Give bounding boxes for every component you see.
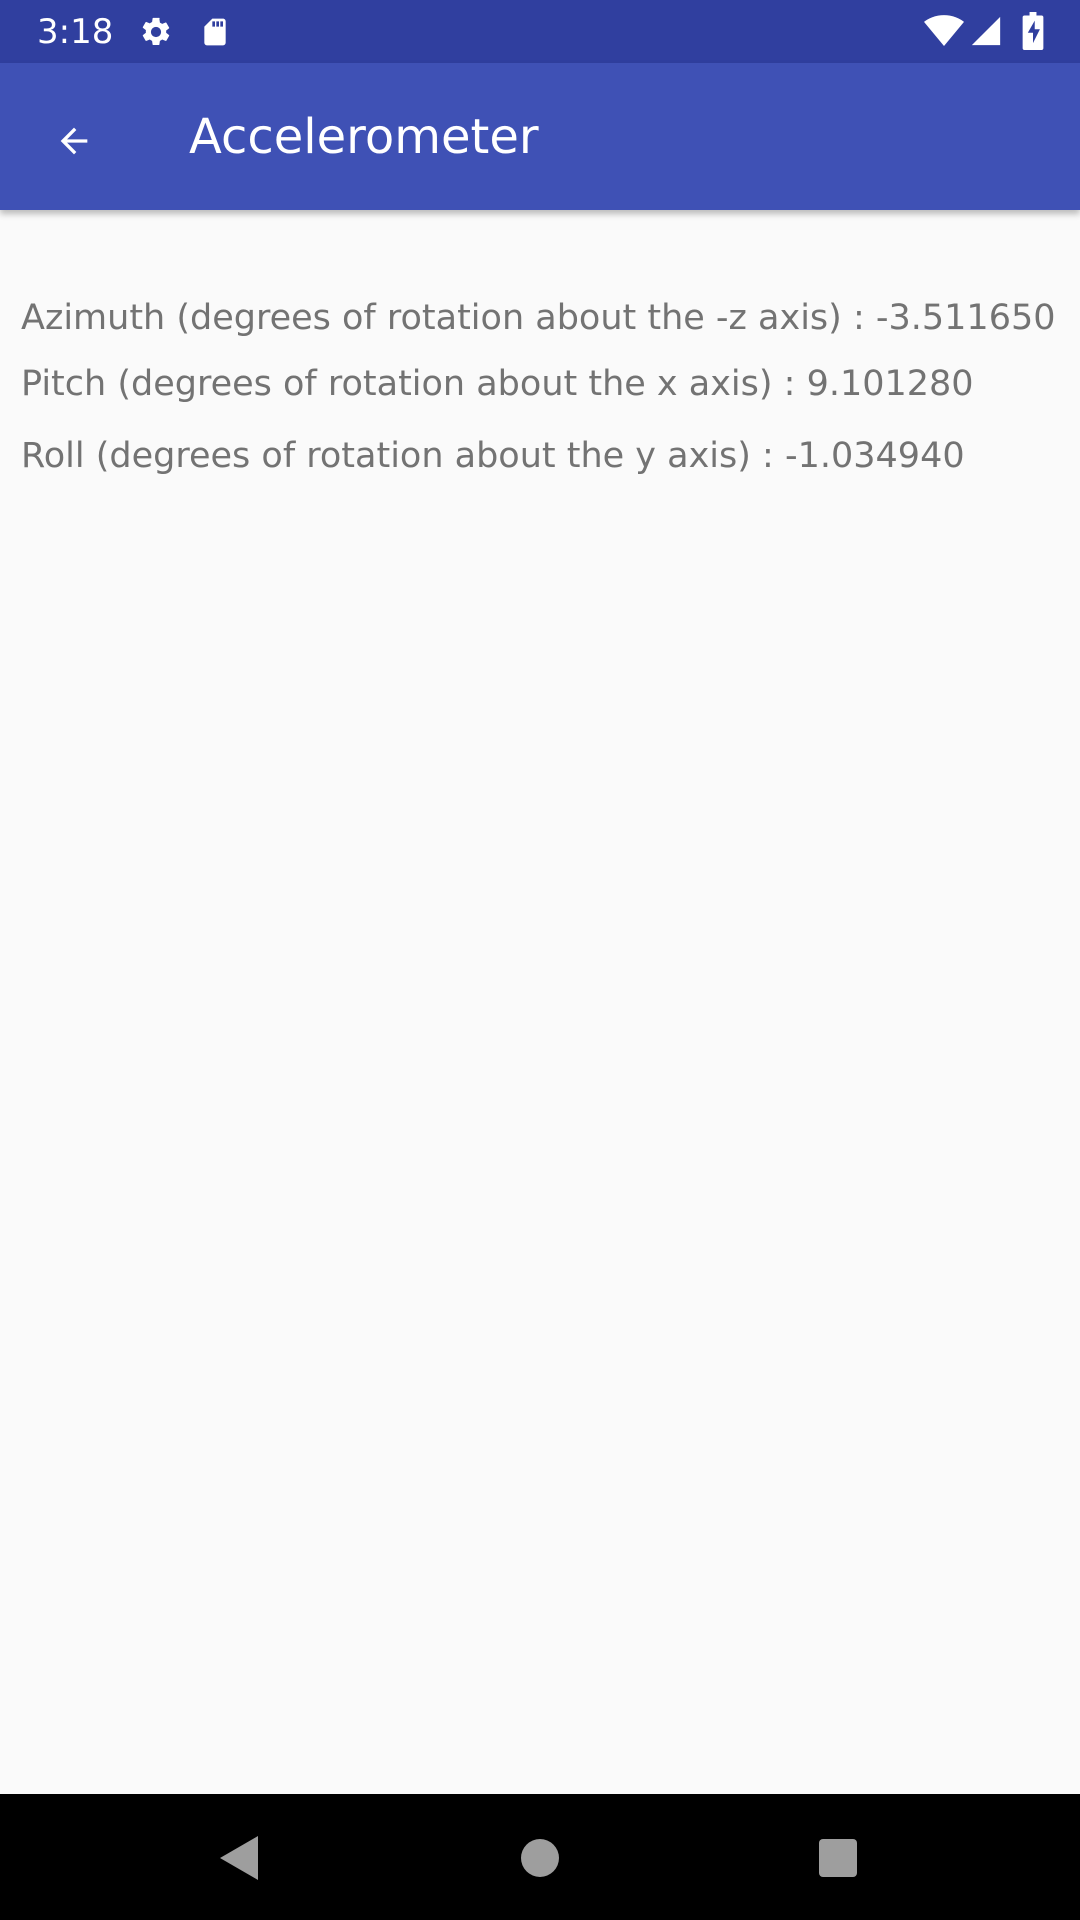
status-bar: 3:18 bbox=[0, 0, 1080, 63]
back-button[interactable] bbox=[34, 103, 114, 183]
gear-icon bbox=[139, 15, 173, 54]
app-toolbar: Accelerometer bbox=[0, 63, 1080, 210]
status-time: 3:18 bbox=[37, 12, 114, 52]
battery-charging-icon bbox=[1022, 12, 1044, 55]
back-triangle-icon[interactable] bbox=[216, 1834, 260, 1887]
roll-reading: Roll (degrees of rotation about the y ax… bbox=[21, 436, 965, 476]
wifi-icon bbox=[924, 14, 964, 53]
sensor-readings: Azimuth (degrees of rotation about the -… bbox=[0, 210, 1080, 1794]
recents-square-icon[interactable] bbox=[818, 1838, 858, 1883]
sd-card-icon bbox=[199, 14, 231, 55]
system-nav-bar bbox=[0, 1794, 1080, 1920]
pitch-reading: Pitch (degrees of rotation about the x a… bbox=[21, 364, 974, 404]
page-title: Accelerometer bbox=[189, 109, 539, 165]
azimuth-reading: Azimuth (degrees of rotation about the -… bbox=[21, 298, 1056, 338]
home-circle-icon[interactable] bbox=[520, 1838, 560, 1883]
cell-signal-icon bbox=[969, 14, 1003, 53]
arrow-back-icon bbox=[51, 121, 97, 166]
